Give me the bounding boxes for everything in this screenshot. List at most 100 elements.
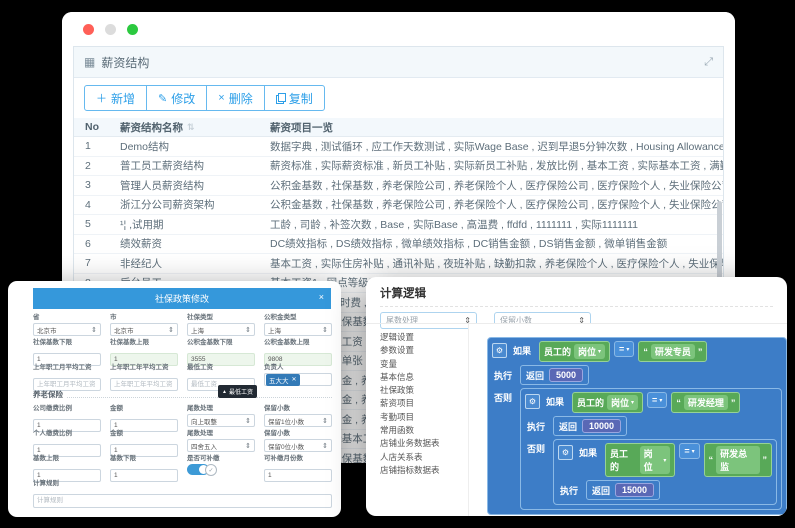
owner-field[interactable]: 五大大 ✕ (264, 373, 332, 386)
gear-icon[interactable]: ⚙ (558, 445, 573, 460)
return-block[interactable]: 返回 10000 (553, 416, 627, 436)
remove-tag-icon[interactable]: ✕ (292, 376, 297, 383)
makeup-toggle[interactable]: ✓ (187, 464, 209, 475)
rule-label: 计算规则 (33, 477, 332, 487)
fund-upper-label: 公积金基数上限 (264, 336, 332, 346)
sort-icon[interactable]: ⇅ (187, 122, 195, 133)
co-decimal-select[interactable]: 保留1位小数⇕ (264, 414, 332, 427)
edit-button[interactable]: ✎ 修改 (146, 85, 207, 111)
column-no: No (74, 121, 120, 133)
p-ratio-label: 个人缴费比例 (33, 427, 101, 437)
field-dropdown[interactable]: 岗位▾ (640, 446, 671, 474)
logic-category-item[interactable]: 社保政策 (380, 384, 468, 397)
logic-category-item[interactable]: 考勤项目 (380, 411, 468, 424)
return-block[interactable]: 返回 5000 (520, 365, 589, 385)
employee-field-block[interactable]: 员工的 岗位▾ (605, 443, 675, 477)
page-title: 薪资结构 (101, 54, 149, 71)
string-block[interactable]: “ 研发经理 ” (671, 392, 740, 413)
close-icon[interactable]: × (319, 292, 324, 302)
ss-type-label: 社保类型 (187, 311, 255, 321)
pension-section-title: 养老保险 (33, 389, 332, 400)
number-block[interactable]: 5000 (549, 368, 583, 382)
gear-icon[interactable]: ⚙ (492, 343, 507, 358)
p-round-label: 尾数处理 (187, 427, 255, 437)
gear-icon[interactable]: ⚙ (525, 394, 540, 409)
logic-category-item[interactable]: 店铺业务数据表 (380, 437, 468, 450)
co-amount-label: 金额 (110, 402, 178, 412)
employee-field-block[interactable]: 员工的 岗位▾ (539, 341, 610, 362)
table-row[interactable]: 4 浙江分公司薪资架构 公积金基数 , 社保基数 , 养老保险公司 , 养老保险… (74, 196, 723, 216)
if-block-2[interactable]: ⚙ 如果 员工的 岗位▾ =▾ (520, 388, 782, 510)
logic-category-item[interactable]: 变量 (380, 358, 468, 371)
co-decimal-label: 保留小数 (264, 402, 332, 412)
province-select[interactable]: 北京市⇕ (33, 323, 101, 336)
minimize-window-button[interactable] (105, 24, 116, 35)
string-block[interactable]: “ 研发总监 ” (704, 443, 772, 477)
logic-category-item[interactable]: 人店关系表 (380, 451, 468, 464)
min-wage-label: 最低工资 (187, 361, 255, 371)
field-dropdown[interactable]: 岗位▾ (607, 395, 638, 410)
toolbar: ＋ 新增 ✎ 修改 × 删除 复制 (74, 78, 723, 118)
owner-tag[interactable]: 五大大 ✕ (266, 374, 300, 386)
field-dropdown[interactable]: 岗位▾ (574, 344, 605, 359)
fund-type-select[interactable]: 上海⇕ (264, 323, 332, 336)
if-block-3[interactable]: ⚙ 如果 员工的 岗位▾ (553, 439, 777, 505)
operator-block[interactable]: =▾ (679, 443, 699, 459)
toggle-check-icon: ✓ (205, 464, 217, 476)
province-label: 省 (33, 311, 101, 321)
city-select[interactable]: 北京市⇕ (110, 323, 178, 336)
plus-icon: ＋ (96, 90, 107, 106)
ss-type-select[interactable]: 上海⇕ (187, 323, 255, 336)
logic-category-item[interactable]: 基本信息 (380, 371, 468, 384)
logic-category-list: 逻辑设置参数设置变量基本信息社保政策薪资项目考勤项目常用函数店铺业务数据表人店关… (366, 324, 469, 516)
tooltip-icon: ▲ (222, 389, 227, 395)
zoom-window-button[interactable] (127, 24, 138, 35)
rule-input[interactable] (33, 494, 332, 508)
table-row[interactable]: 2 普工员工薪资结构 薪资标准 , 实际薪资标准 , 新员工补贴 , 实际新员工… (74, 157, 723, 177)
if-block-1[interactable]: ⚙ 如果 员工的 岗位▾ =▾ “ 研发专 (487, 337, 787, 515)
copy-button[interactable]: 复制 (264, 85, 325, 111)
calc-logic-title: 计算逻辑 (380, 285, 773, 307)
base-lower-label: 基数下限 (110, 452, 178, 462)
co-round-select[interactable]: 向上取整⇕ (187, 414, 255, 427)
table-row[interactable]: 7 非经纪人 基本工资 , 实际住房补贴 , 通讯补贴 , 夜班补贴 , 缺勤扣… (74, 254, 723, 274)
operator-block[interactable]: =▾ (614, 341, 634, 357)
month-avg-label: 上年职工月平均工资 (33, 361, 101, 371)
operator-block[interactable]: =▾ (647, 392, 667, 408)
logic-category-item[interactable]: 常用函数 (380, 424, 468, 437)
p-decimal-select[interactable]: 保留0位小数⇕ (264, 439, 332, 452)
table-row[interactable]: 6 绩效薪资 DC绩效指标 , DS绩效指标 , 微单绩效指标 , DC销售金额… (74, 235, 723, 255)
delete-button[interactable]: × 删除 (206, 85, 264, 111)
table-row[interactable]: 5 ¹¦ ,试用期 工龄 , 司龄 , 补签次数 , Base , 实际Base… (74, 215, 723, 235)
employee-field-block[interactable]: 员工的 岗位▾ (572, 392, 643, 413)
min-wage-tooltip: ▲ 最低工资 (218, 385, 257, 398)
column-name[interactable]: 薪资结构名称 ⇅ (120, 120, 270, 135)
logic-category-item[interactable]: 逻辑设置 (380, 331, 468, 344)
select-arrows-icon: ⇕ (91, 326, 97, 334)
logic-category-item[interactable]: 店铺指标数据表 (380, 464, 468, 477)
logic-category-item[interactable]: 薪资项目 (380, 397, 468, 410)
number-block[interactable]: 15000 (615, 483, 654, 497)
ss-upper-label: 社保基数上限 (110, 336, 178, 346)
modal-header: 社保政策修改 × (33, 288, 331, 309)
makeup-label: 是否可补缴 (187, 452, 255, 462)
add-button[interactable]: ＋ 新增 (84, 85, 147, 111)
column-items: 薪资项目一览 (270, 120, 723, 135)
social-policy-modal: 社保政策修改 × 省 北京市⇕ 市 北京市⇕ 社保类型 上海⇕ 公积金类型 上海… (8, 281, 341, 517)
expand-icon[interactable]: ⤢ (704, 56, 713, 69)
logic-category-item[interactable]: 参数设置 (380, 344, 468, 357)
base-upper-label: 基数上限 (33, 452, 101, 462)
table-grid-icon: ▦ (84, 55, 95, 69)
table-row[interactable]: 1 Demo结构 数据字典 , 测试循环 , 应工作天数测试 , 实际Wage … (74, 137, 723, 157)
table-row[interactable]: 3 管理人员薪资结构 公积金基数 , 社保基数 , 养老保险公司 , 养老保险个… (74, 176, 723, 196)
p-round-select[interactable]: 四舍五入⇕ (187, 439, 255, 452)
number-block[interactable]: 10000 (582, 419, 621, 433)
close-window-button[interactable] (83, 24, 94, 35)
fund-type-label: 公积金类型 (264, 311, 332, 321)
blockly-canvas[interactable]: ⚙ 如果 员工的 岗位▾ =▾ “ 研发专 (469, 324, 787, 516)
return-block[interactable]: 返回 15000 (586, 480, 660, 500)
modal-title: 社保政策修改 (155, 292, 209, 305)
p-amount-label: 金额 (110, 427, 178, 437)
calc-logic-panel: 计算逻辑 尾数处理 ⇕ 保留小数 ⇕ 逻辑设置参数设置变量基本信息社保政策薪资项… (366, 277, 787, 516)
string-block[interactable]: “ 研发专员 ” (638, 341, 707, 362)
